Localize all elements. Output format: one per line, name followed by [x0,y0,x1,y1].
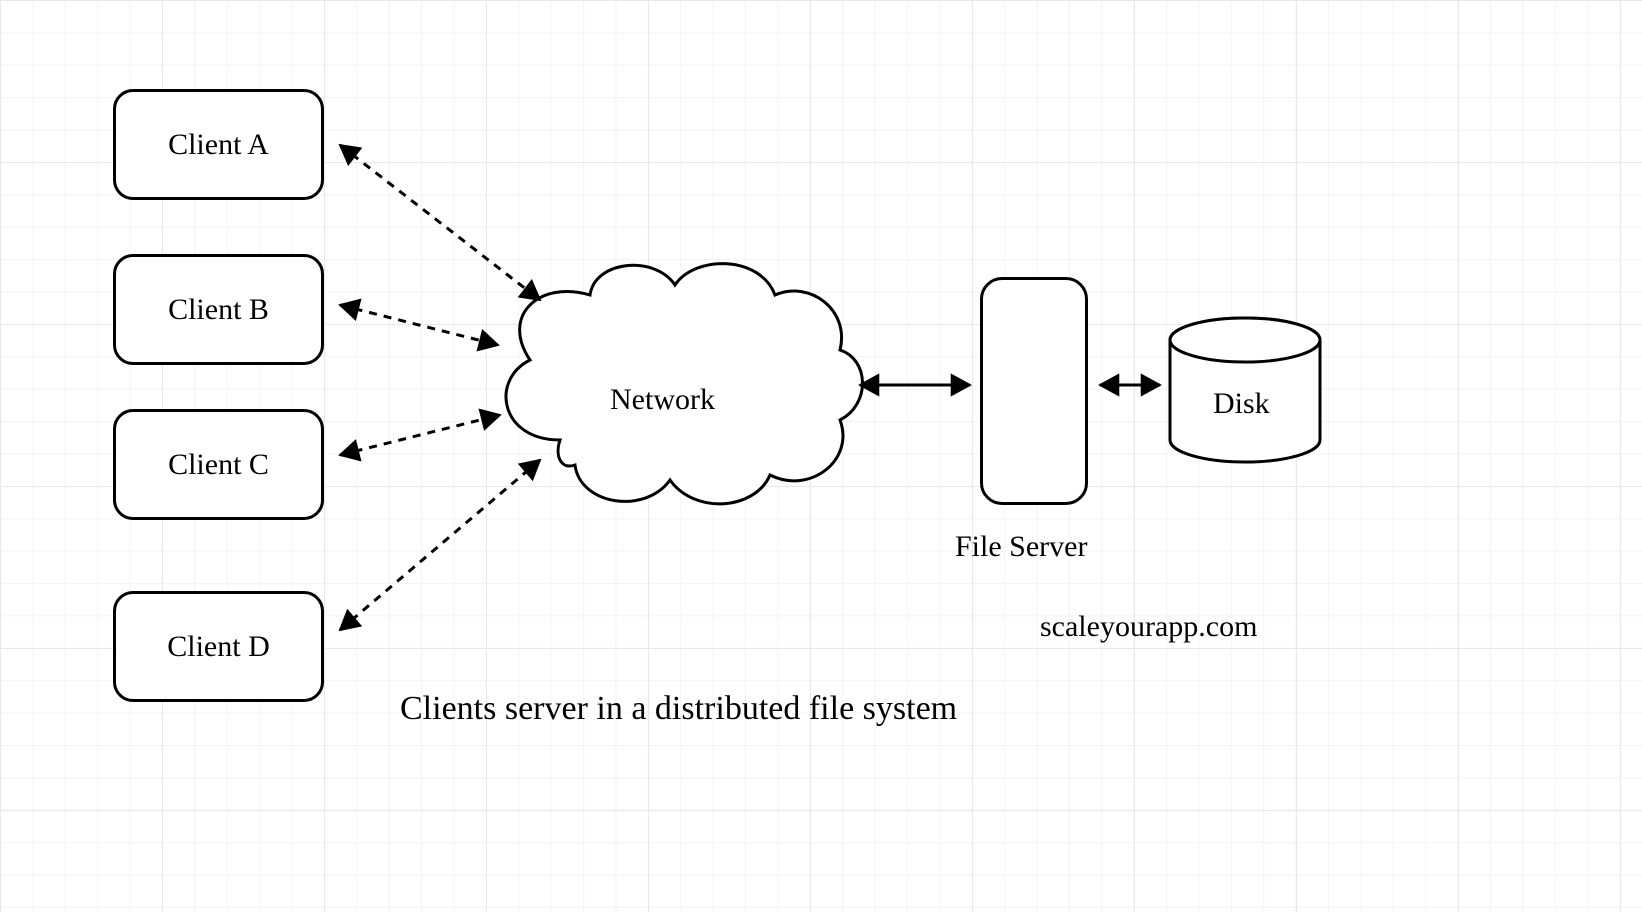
file-server-node [980,277,1088,505]
client-b-label: Client B [168,293,269,327]
link-client-b-network [340,305,498,345]
client-c-node: Client C [113,409,324,520]
client-d-node: Client D [113,591,324,702]
file-server-label: File Server [955,530,1087,564]
client-c-label: Client C [168,448,269,482]
link-client-c-network [340,415,500,455]
client-a-label: Client A [168,128,269,162]
disk-label: Disk [1213,387,1270,421]
client-a-node: Client A [113,89,324,200]
link-client-d-network [340,460,540,630]
watermark-text: scaleyourapp.com [1040,610,1257,644]
client-d-label: Client D [167,630,270,664]
diagram-canvas: Client A Client B Client C Client D [0,0,1642,912]
diagram-caption: Clients server in a distributed file sys… [400,690,957,728]
link-client-a-network [340,145,540,300]
network-label: Network [610,383,715,417]
client-b-node: Client B [113,254,324,365]
